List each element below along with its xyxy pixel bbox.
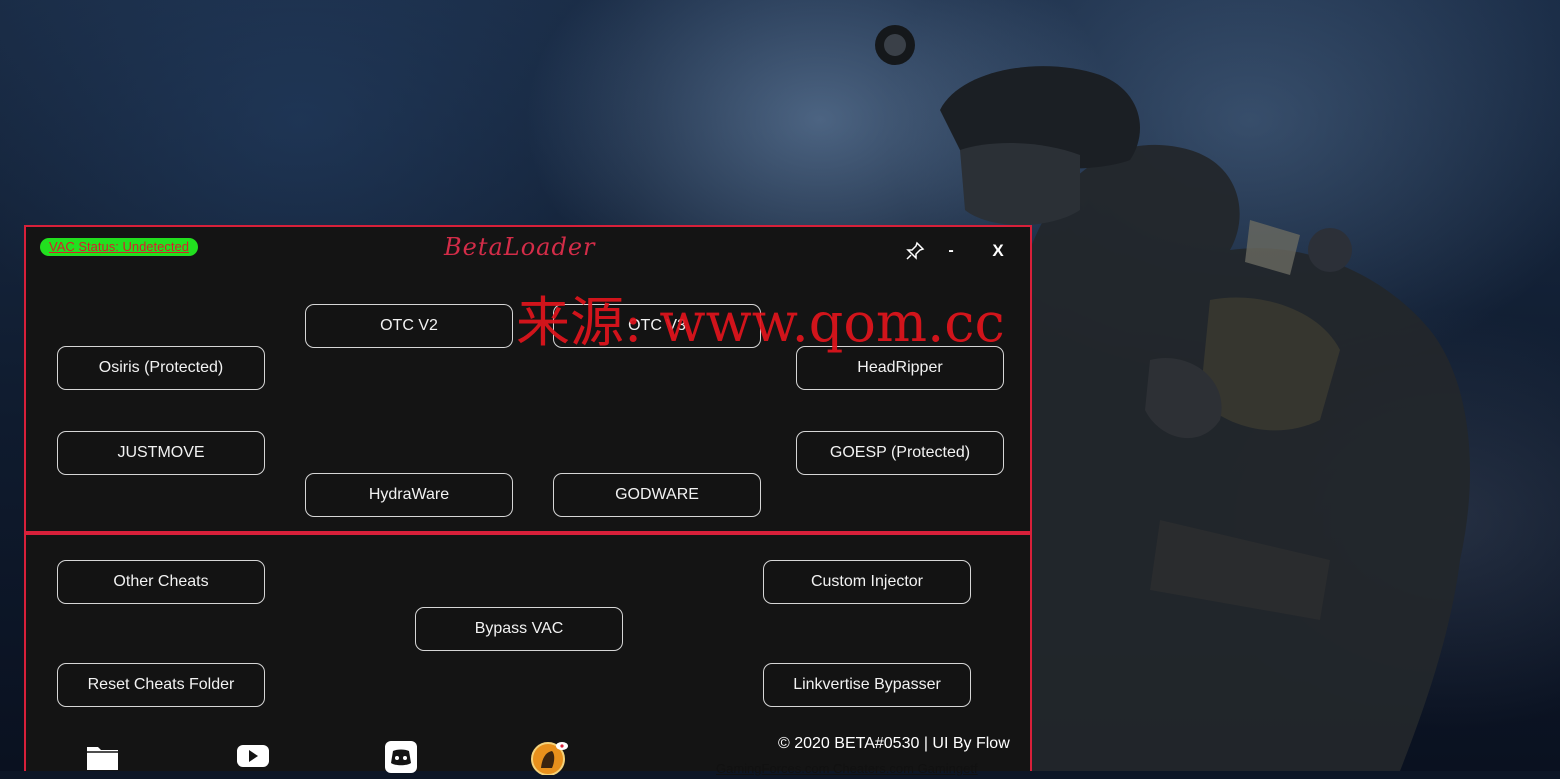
pin-icon[interactable] xyxy=(904,241,926,267)
copyright-text: © 2020 BETA#0530 | UI By Flow xyxy=(778,735,1010,752)
otc-v2-button[interactable]: OTC V2 xyxy=(305,304,513,348)
hydraware-button[interactable]: HydraWare xyxy=(305,473,513,517)
bypass-vac-button[interactable]: Bypass VAC xyxy=(415,607,623,651)
loader-tools-panel: Other Cheats Custom Injector Bypass VAC … xyxy=(24,533,1032,776)
godware-button[interactable]: GODWARE xyxy=(553,473,761,517)
forum-logo-icon[interactable] xyxy=(528,739,568,776)
youtube-icon[interactable] xyxy=(234,739,272,773)
minimize-button[interactable]: - xyxy=(944,241,958,261)
justmove-button[interactable]: JUSTMOVE xyxy=(57,431,265,475)
forum-logo-glyph xyxy=(531,742,568,776)
custom-injector-button[interactable]: Custom Injector xyxy=(763,560,971,604)
vac-status-badge: VAC Status: Undetected xyxy=(40,238,198,256)
discord-icon[interactable] xyxy=(382,739,420,773)
goesp-button[interactable]: GOESP (Protected) xyxy=(796,431,1004,475)
osiris-button[interactable]: Osiris (Protected) xyxy=(57,346,265,390)
youtube-glyph xyxy=(237,745,269,767)
headripper-button[interactable]: HeadRipper xyxy=(796,346,1004,390)
linkvertise-bypasser-button[interactable]: Linkvertise Bypasser xyxy=(763,663,971,707)
other-cheats-button[interactable]: Other Cheats xyxy=(57,560,265,604)
close-button[interactable]: X xyxy=(988,241,1008,261)
app-title: BetaLoader xyxy=(444,233,596,261)
folder-icon[interactable] xyxy=(84,739,122,773)
folder-glyph xyxy=(87,747,118,770)
pin-glyph xyxy=(906,241,925,260)
discord-glyph xyxy=(385,741,417,773)
reset-cheats-folder-button[interactable]: Reset Cheats Folder xyxy=(57,663,265,707)
loader-main-panel: VAC Status: Undetected BetaLoader - X OT… xyxy=(24,225,1032,533)
otc-v3-button[interactable]: OTC V3 xyxy=(553,304,761,348)
partner-links[interactable]: GamingForces.com Cheaters.com Gamingetf xyxy=(716,761,978,776)
